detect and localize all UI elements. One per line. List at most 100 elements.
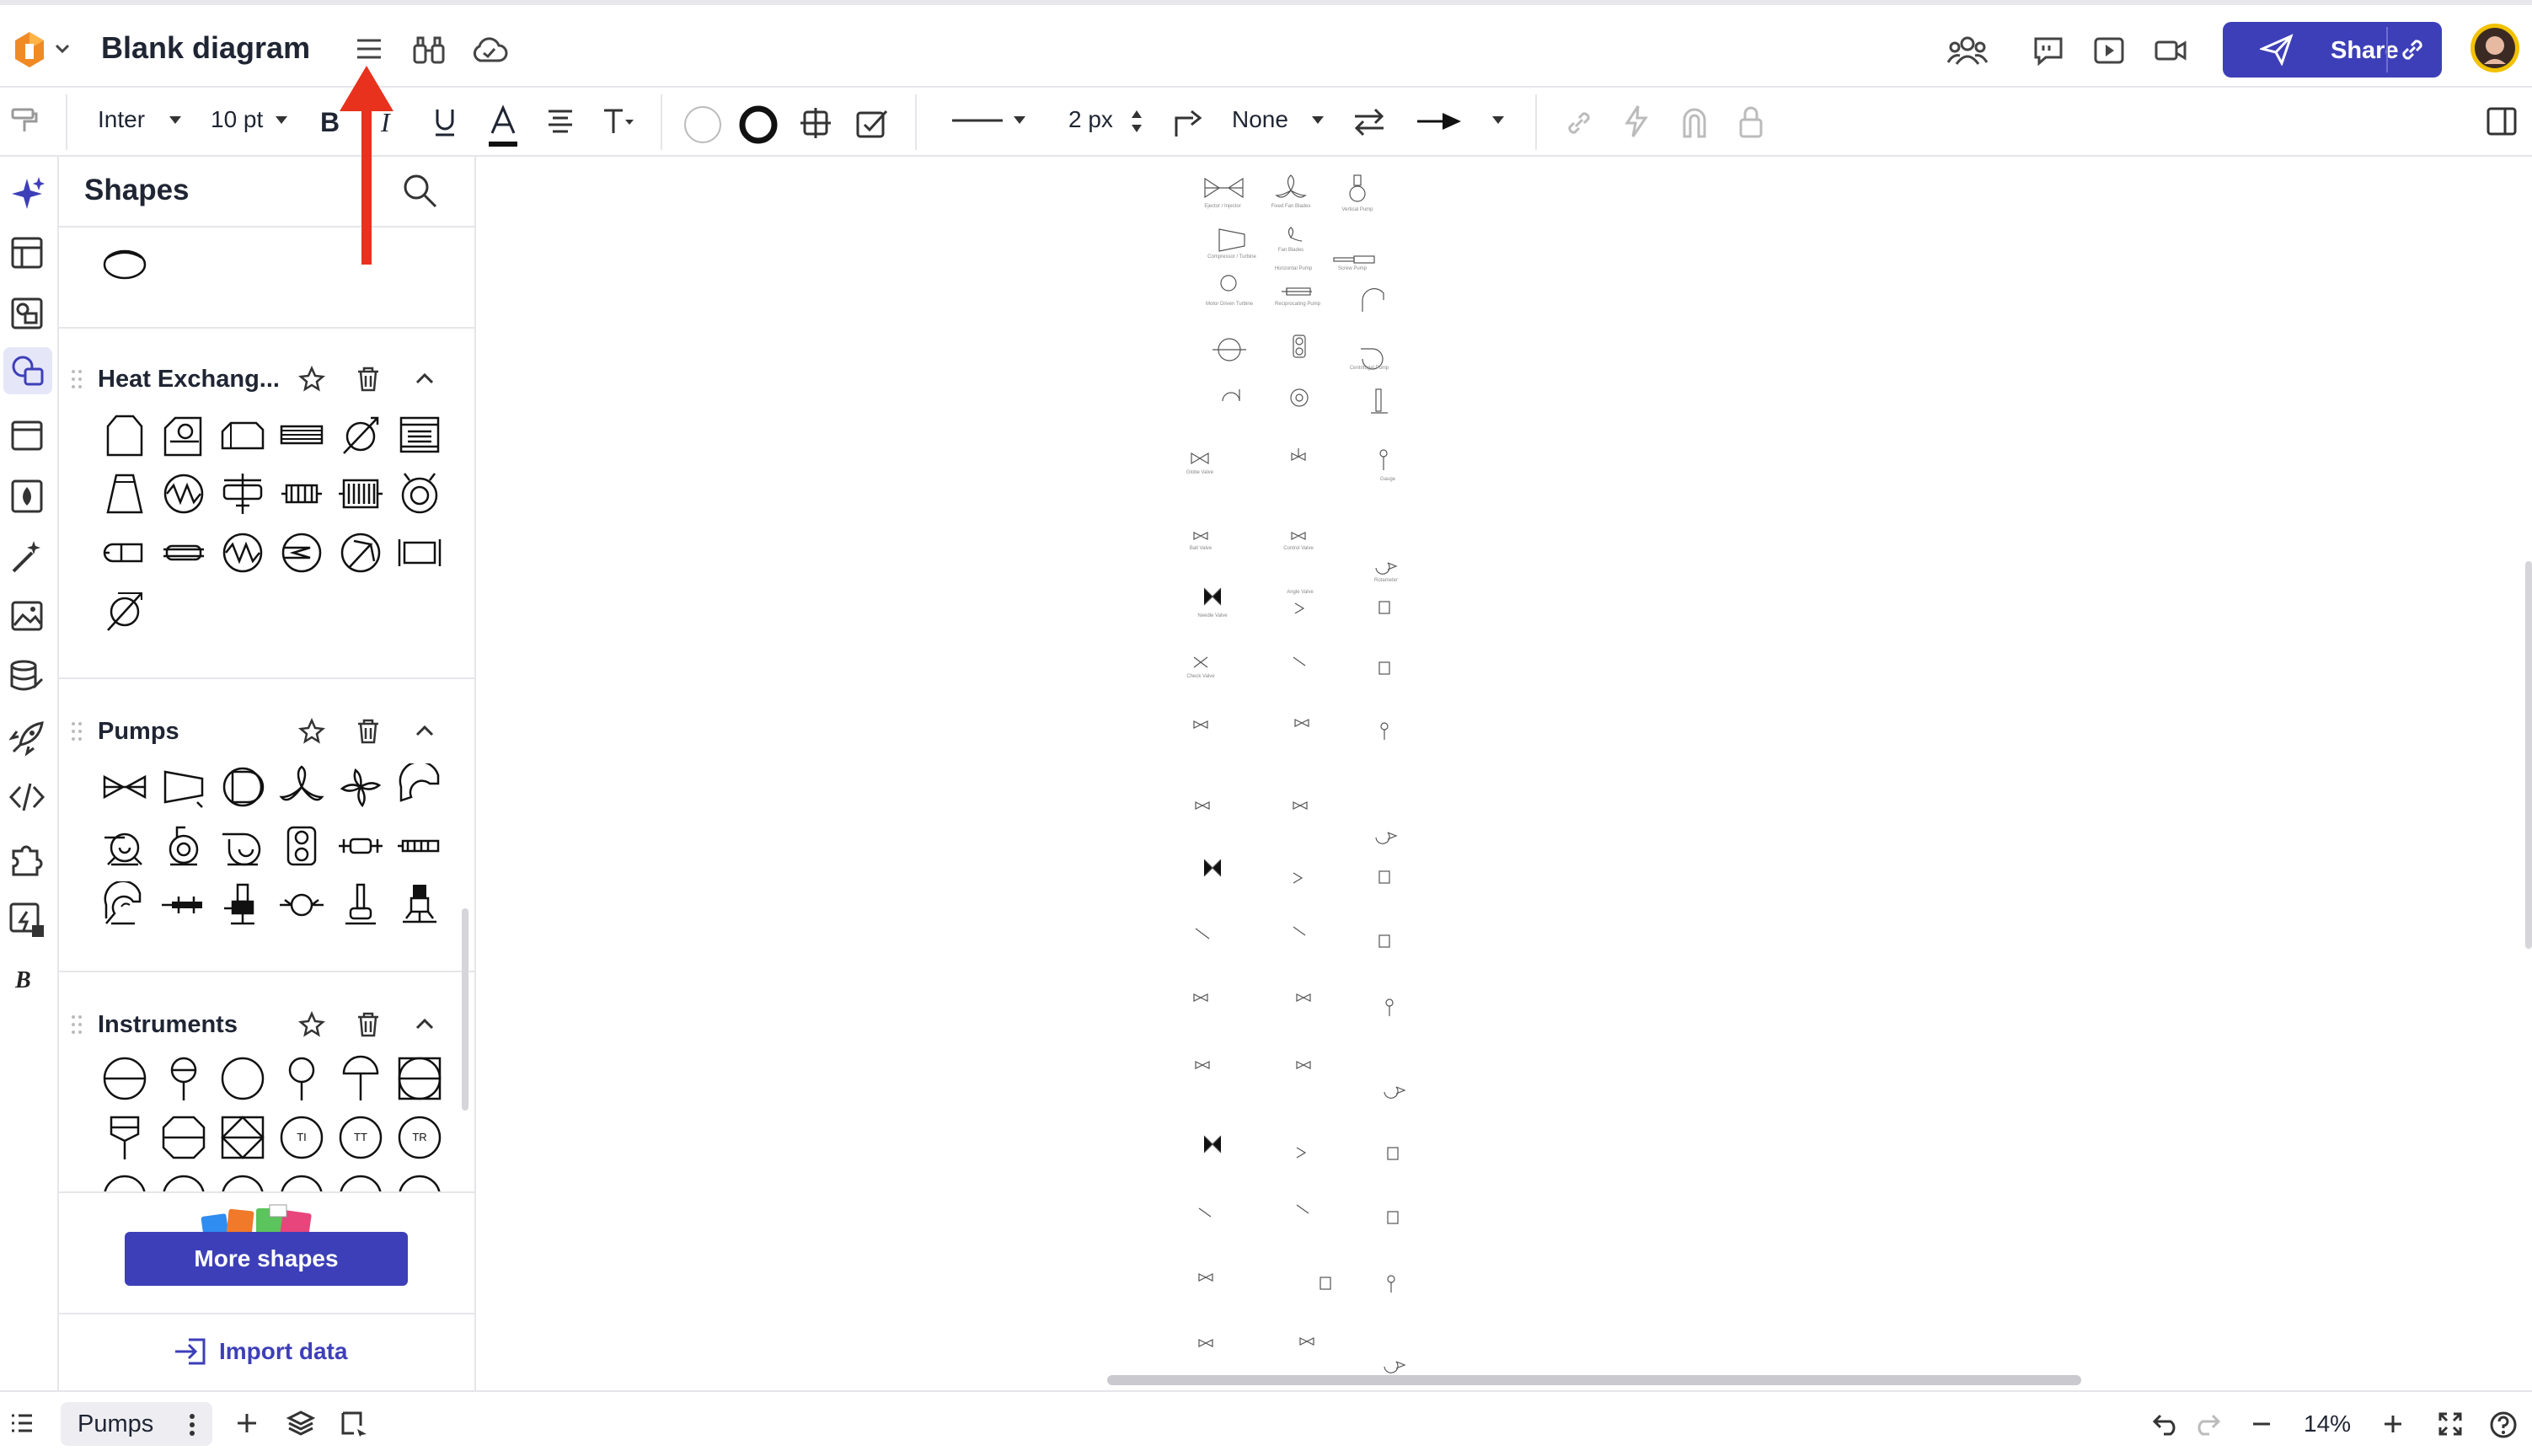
vertical-pump-shape[interactable] xyxy=(396,881,443,929)
heat-exchanger-shape[interactable] xyxy=(396,411,443,458)
import-data-link[interactable]: Import data xyxy=(219,1338,347,1365)
heat-exchanger-shape[interactable] xyxy=(396,529,443,576)
text-options-icon[interactable] xyxy=(602,106,635,135)
rocket-icon[interactable] xyxy=(8,720,46,757)
drag-handle-icon[interactable] xyxy=(71,369,83,389)
chevron-up-icon[interactable] xyxy=(415,1016,435,1031)
user-avatar[interactable] xyxy=(2469,22,2521,74)
heat-exchanger-shape[interactable] xyxy=(219,470,266,517)
lightning-icon[interactable] xyxy=(1623,104,1650,138)
heat-exchanger-shape[interactable] xyxy=(219,529,266,576)
lock-icon[interactable] xyxy=(1737,104,1764,138)
heat-exchanger-shape[interactable] xyxy=(160,529,207,576)
more-shapes-button[interactable]: More shapes xyxy=(125,1232,408,1286)
chevron-down-icon[interactable] xyxy=(169,115,182,125)
instrument-shape[interactable] xyxy=(219,1055,266,1102)
heat-exchanger-shape[interactable] xyxy=(337,470,384,517)
instrument-shape[interactable] xyxy=(160,1114,207,1161)
instrument-shape[interactable] xyxy=(160,1055,207,1102)
templates-icon[interactable] xyxy=(10,236,44,270)
heat-exchanger-shape[interactable] xyxy=(278,470,325,517)
magnet-icon[interactable] xyxy=(1680,106,1709,138)
format-painter-icon[interactable] xyxy=(10,106,39,135)
heat-exchanger-shape[interactable] xyxy=(101,470,148,517)
heat-exchanger-shape[interactable] xyxy=(160,411,207,458)
tank-shape[interactable] xyxy=(101,239,148,286)
centrifugal-pump-shape[interactable] xyxy=(219,822,266,870)
star-icon[interactable] xyxy=(298,718,325,745)
data-drop-icon[interactable] xyxy=(10,479,44,514)
zoom-out-icon[interactable] xyxy=(2250,1412,2273,1436)
screw-pump-shape[interactable] xyxy=(396,822,443,870)
font-size-select[interactable]: 10 pt xyxy=(211,106,263,133)
add-page-icon[interactable] xyxy=(234,1410,260,1436)
heat-exchanger-shape[interactable] xyxy=(337,411,384,458)
screw-pump-shape[interactable] xyxy=(101,880,148,929)
drag-handle-icon[interactable] xyxy=(71,1014,83,1035)
text-color-icon[interactable] xyxy=(487,104,519,152)
swap-arrows-icon[interactable] xyxy=(1352,106,1387,136)
pump-shape[interactable] xyxy=(219,763,266,811)
canvas-horizontal-scrollbar[interactable] xyxy=(1107,1375,2081,1385)
star-icon[interactable] xyxy=(298,366,325,393)
pump-shape[interactable] xyxy=(278,881,325,929)
section-title-pumps[interactable]: Pumps xyxy=(98,718,179,746)
shape-library-icon[interactable] xyxy=(10,297,44,330)
fan-shape[interactable] xyxy=(337,763,384,811)
brand-b-icon[interactable]: B xyxy=(12,964,40,993)
arrow-end-icon[interactable] xyxy=(1416,111,1463,131)
chevron-down-icon[interactable] xyxy=(275,115,288,125)
drag-handle-icon[interactable] xyxy=(71,721,83,741)
instrument-ti-shape[interactable]: TI xyxy=(278,1114,325,1161)
side-panel-toggle-icon[interactable] xyxy=(2486,106,2518,136)
zoom-level[interactable]: 14% xyxy=(2304,1410,2351,1437)
heat-exchanger-shape[interactable] xyxy=(101,411,148,458)
reciprocating-pump-shape[interactable] xyxy=(160,881,207,929)
gear-pump-shape[interactable] xyxy=(278,822,325,870)
page-settings-icon[interactable] xyxy=(340,1409,369,1437)
instrument-shape[interactable] xyxy=(337,1055,384,1102)
instrument-shape[interactable] xyxy=(219,1114,266,1161)
align-icon[interactable] xyxy=(546,108,575,133)
heat-exchanger-shape[interactable] xyxy=(101,588,148,635)
instrument-tt-shape[interactable]: TT xyxy=(337,1114,384,1161)
document-title[interactable]: Blank diagram xyxy=(101,30,310,66)
instrument-shape[interactable] xyxy=(101,1114,148,1161)
panel-scrollbar[interactable] xyxy=(462,908,468,1111)
diagram-shapes[interactable]: Ejector / Injector Fixed Fan Blades Vert… xyxy=(478,157,2532,1390)
heat-exchanger-shape[interactable] xyxy=(278,529,325,576)
compressor-shape[interactable] xyxy=(160,763,207,811)
section-title-heat-exchangers[interactable]: Heat Exchang... xyxy=(98,366,280,393)
heat-exchanger-shape[interactable] xyxy=(101,529,148,576)
shape-frame-icon[interactable] xyxy=(799,106,832,140)
chevron-down-icon[interactable] xyxy=(1311,115,1325,125)
heat-exchanger-shape[interactable] xyxy=(219,411,266,458)
video-call-icon[interactable] xyxy=(2154,37,2187,64)
collaborators-icon[interactable] xyxy=(1946,35,1989,66)
instrument-shape[interactable] xyxy=(101,1055,148,1102)
binoculars-icon[interactable] xyxy=(411,34,447,66)
connector-style-icon[interactable] xyxy=(1171,104,1205,138)
search-icon[interactable] xyxy=(401,172,438,209)
redo-icon[interactable] xyxy=(2192,1410,2221,1436)
present-icon[interactable] xyxy=(2093,35,2125,66)
fan-blades-shape[interactable] xyxy=(278,763,325,811)
underline-icon[interactable] xyxy=(431,106,458,138)
line-color-icon[interactable] xyxy=(738,104,779,145)
copy-link-button[interactable] xyxy=(2386,27,2437,72)
stepper-icon[interactable] xyxy=(1131,108,1143,135)
star-icon[interactable] xyxy=(298,1011,325,1038)
fill-color-icon[interactable] xyxy=(683,104,723,145)
share-button[interactable]: Share xyxy=(2223,22,2442,78)
screw-pump-shape[interactable] xyxy=(396,760,443,811)
chevron-down-icon[interactable] xyxy=(1491,115,1505,125)
instrument-shape[interactable] xyxy=(278,1055,325,1102)
cloud-saved-icon[interactable] xyxy=(470,35,509,64)
zoom-in-icon[interactable] xyxy=(2381,1412,2405,1436)
trash-icon[interactable] xyxy=(356,718,381,745)
line-width-select[interactable]: 2 px xyxy=(1068,106,1113,133)
arrow-start-select[interactable]: None xyxy=(1232,106,1288,133)
line-style-icon[interactable] xyxy=(950,118,1004,123)
integration-icon[interactable] xyxy=(8,902,46,939)
style-check-icon[interactable] xyxy=(854,106,890,140)
